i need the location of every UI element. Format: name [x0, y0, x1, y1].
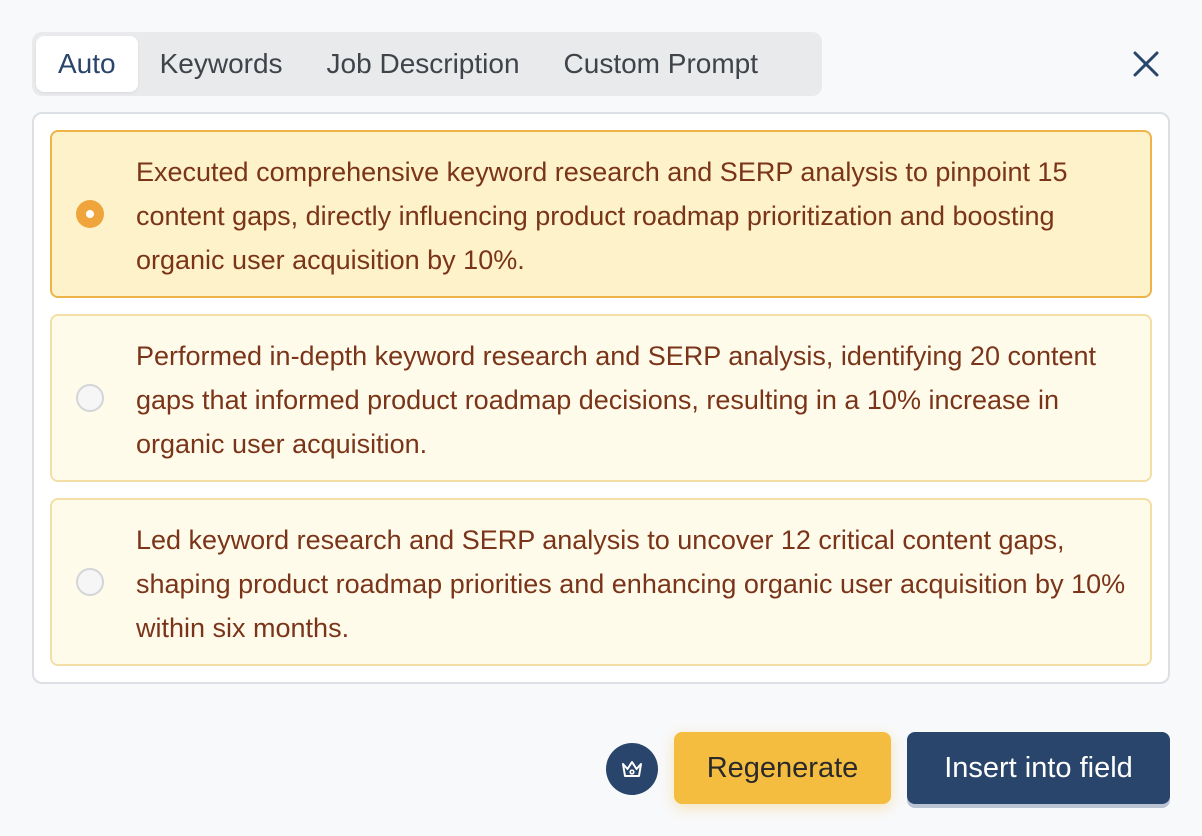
- tab-custom-prompt[interactable]: Custom Prompt: [542, 36, 781, 92]
- suggestion-text: Executed comprehensive keyword research …: [136, 157, 1068, 275]
- insert-into-field-button[interactable]: Insert into field: [907, 732, 1170, 804]
- suggestion-dialog: Auto Keywords Job Description Custom Pro…: [0, 0, 1202, 836]
- regenerate-button[interactable]: Regenerate: [674, 732, 891, 804]
- crown-icon[interactable]: [606, 743, 658, 795]
- tab-auto[interactable]: Auto: [36, 36, 138, 92]
- tab-keywords[interactable]: Keywords: [138, 36, 305, 92]
- suggestion-text: Led keyword research and SERP analysis t…: [136, 525, 1126, 643]
- radio-unselected[interactable]: [76, 384, 104, 412]
- suggestion-option-1[interactable]: Executed comprehensive keyword research …: [50, 130, 1152, 298]
- mode-tabs: Auto Keywords Job Description Custom Pro…: [32, 32, 822, 96]
- suggestion-option-2[interactable]: Performed in-depth keyword research and …: [50, 314, 1152, 482]
- close-icon[interactable]: [1128, 46, 1164, 82]
- suggestion-text: Performed in-depth keyword research and …: [136, 341, 1097, 459]
- suggestion-option-3[interactable]: Led keyword research and SERP analysis t…: [50, 498, 1152, 666]
- tab-job-description[interactable]: Job Description: [305, 36, 542, 92]
- radio-unselected[interactable]: [76, 568, 104, 596]
- radio-selected[interactable]: [76, 200, 104, 228]
- suggestions-panel: Executed comprehensive keyword research …: [32, 112, 1170, 684]
